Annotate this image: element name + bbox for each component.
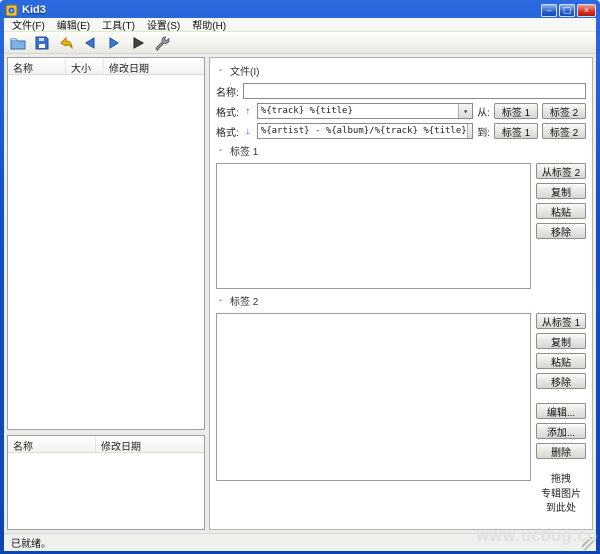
configure-icon[interactable] bbox=[152, 34, 172, 52]
resize-grip[interactable] bbox=[582, 537, 595, 550]
to-label: 到: bbox=[477, 127, 490, 139]
tag-editor-panel: - 文件(I) 名称: 格式: ↑ %{track} %{title} 从: 标… bbox=[209, 57, 593, 530]
window-title: Kid3 bbox=[22, 4, 46, 16]
tag2-paste-button[interactable]: 粘贴 bbox=[536, 353, 586, 369]
left-column: 名称 大小 修改日期 名称 修改日期 bbox=[7, 57, 205, 530]
album-art-drop-zone[interactable]: 拖拽 专辑图片 到此处 bbox=[536, 473, 586, 517]
open-icon[interactable] bbox=[8, 34, 28, 52]
tag1-copy-button[interactable]: 复制 bbox=[536, 183, 586, 199]
toolbar bbox=[4, 32, 596, 54]
next-file-icon[interactable] bbox=[104, 34, 124, 52]
folder-list-body[interactable] bbox=[8, 453, 204, 529]
close-button[interactable]: × bbox=[577, 3, 596, 17]
tag2-remove-button[interactable]: 移除 bbox=[536, 373, 586, 389]
file-list-header: 名称 大小 修改日期 bbox=[8, 58, 204, 75]
tag1-remove-button[interactable]: 移除 bbox=[536, 223, 586, 239]
filename-input[interactable] bbox=[242, 83, 586, 99]
folder-col-modified[interactable]: 修改日期 bbox=[96, 436, 204, 453]
file-list-panel: 名称 大小 修改日期 bbox=[7, 57, 205, 430]
file-col-modified[interactable]: 修改日期 bbox=[104, 58, 204, 75]
drop-hint-line: 拖拽 bbox=[551, 474, 571, 485]
previous-file-icon[interactable] bbox=[80, 34, 100, 52]
tag2-from-tag1-button[interactable]: 从标签 1 bbox=[536, 313, 586, 329]
collapse-icon[interactable]: - bbox=[216, 65, 225, 76]
folder-col-name[interactable]: 名称 bbox=[8, 436, 96, 453]
drop-hint-line: 到此处 bbox=[546, 503, 576, 514]
tag2-add-button[interactable]: 添加... bbox=[536, 423, 586, 439]
format-from-filename-value: %{artist} - %{album}/%{track} %{title} bbox=[260, 126, 467, 136]
tag1-section-title: 标签 1 bbox=[230, 147, 259, 158]
tag1-fields-table[interactable] bbox=[216, 163, 531, 289]
save-icon[interactable] bbox=[32, 34, 52, 52]
file-list-body[interactable] bbox=[8, 75, 204, 429]
file-section-title: 文件(I) bbox=[230, 67, 260, 78]
main-area: 名称 大小 修改日期 名称 修改日期 - 文件(I) 名称: 格式: ↑ %{t… bbox=[4, 54, 596, 533]
from-label: 从: bbox=[477, 107, 490, 119]
chevron-down-icon[interactable] bbox=[466, 124, 473, 138]
collapse-icon[interactable]: - bbox=[216, 295, 225, 306]
tag1-section-header[interactable]: - 标签 1 bbox=[216, 143, 586, 158]
client-area: 文件(F) 编辑(E) 工具(T) 设置(S) 帮助(H) 名称 大小 修改日期… bbox=[4, 18, 596, 551]
menu-edit[interactable]: 编辑(E) bbox=[51, 16, 96, 33]
menu-settings[interactable]: 设置(S) bbox=[141, 16, 186, 33]
filename-to-tag1-button[interactable]: 标签 1 bbox=[494, 123, 538, 139]
revert-icon[interactable] bbox=[56, 34, 76, 52]
tag2-section-header[interactable]: - 标签 2 bbox=[216, 293, 586, 308]
tag2-delete-button[interactable]: 删除 bbox=[536, 443, 586, 459]
app-icon bbox=[5, 4, 18, 17]
tag1-paste-button[interactable]: 粘贴 bbox=[536, 203, 586, 219]
maximize-button[interactable]: ▢ bbox=[559, 3, 575, 17]
arrow-down-icon: ↓ bbox=[245, 125, 251, 137]
filename-label: 名称: bbox=[216, 87, 239, 99]
file-col-size[interactable]: 大小 bbox=[66, 58, 104, 75]
filename-from-tag2-button[interactable]: 标签 2 bbox=[542, 103, 586, 119]
play-icon[interactable] bbox=[128, 34, 148, 52]
chevron-down-icon[interactable] bbox=[458, 104, 473, 118]
format-to-filename-value: %{track} %{title} bbox=[260, 106, 353, 116]
status-bar: 已就绪。 bbox=[4, 533, 596, 551]
drop-hint-line: 专辑图片 bbox=[541, 488, 581, 500]
format-from-filename-combobox[interactable]: %{artist} - %{album}/%{track} %{title} bbox=[256, 123, 474, 139]
filename-from-tag1-button[interactable]: 标签 1 bbox=[494, 103, 538, 119]
arrow-up-icon: ↑ bbox=[245, 105, 251, 117]
format-down-label: 格式: bbox=[216, 127, 239, 139]
filename-to-tag2-button[interactable]: 标签 2 bbox=[542, 123, 586, 139]
file-section-header[interactable]: - 文件(I) bbox=[216, 63, 586, 78]
minimize-button[interactable]: – bbox=[541, 3, 557, 17]
tag1-from-tag2-button[interactable]: 从标签 2 bbox=[536, 163, 586, 179]
tag2-copy-button[interactable]: 复制 bbox=[536, 333, 586, 349]
menu-file[interactable]: 文件(F) bbox=[6, 16, 51, 33]
tag2-edit-button[interactable]: 编辑... bbox=[536, 403, 586, 419]
tag2-fields-table[interactable] bbox=[216, 313, 531, 481]
format-to-filename-combobox[interactable]: %{track} %{title} bbox=[256, 103, 474, 119]
collapse-icon[interactable]: - bbox=[216, 145, 225, 156]
folder-list-panel: 名称 修改日期 bbox=[7, 435, 205, 530]
format-up-label: 格式: bbox=[216, 107, 239, 119]
file-col-name[interactable]: 名称 bbox=[8, 58, 66, 75]
menu-help[interactable]: 帮助(H) bbox=[186, 16, 232, 33]
tag2-section-title: 标签 2 bbox=[230, 297, 259, 308]
menu-tools[interactable]: 工具(T) bbox=[96, 16, 141, 33]
app-window: Kid3 – ▢ × 文件(F) 编辑(E) 工具(T) 设置(S) 帮助(H) bbox=[0, 0, 600, 554]
folder-list-header: 名称 修改日期 bbox=[8, 436, 204, 453]
menu-bar: 文件(F) 编辑(E) 工具(T) 设置(S) 帮助(H) bbox=[4, 18, 596, 32]
status-text: 已就绪。 bbox=[11, 539, 51, 550]
